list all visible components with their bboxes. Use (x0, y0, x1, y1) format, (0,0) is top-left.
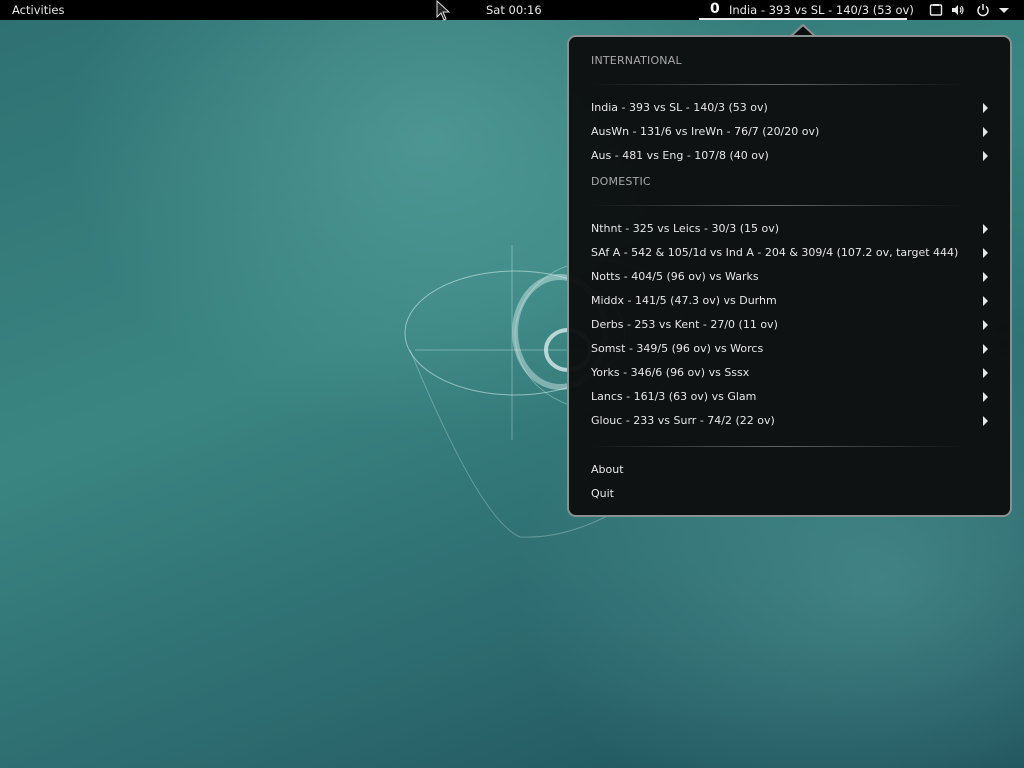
submenu-arrow-icon (983, 248, 988, 258)
submenu-arrow-icon (983, 224, 988, 234)
match-label: SAf A - 542 & 105/1d vs Ind A - 204 & 30… (591, 246, 959, 259)
match-label: Middx - 141/5 (47.3 ov) vs Durhm (591, 294, 777, 307)
cricket-score-indicator[interactable]: 0 India - 393 vs SL - 140/3 (53 ov) (699, 0, 914, 20)
match-label: Nthnt - 325 vs Leics - 30/3 (15 ov) (591, 222, 780, 235)
cricket-scores-menu: INTERNATIONAL India - 393 vs SL - 140/3 … (567, 35, 1012, 517)
match-label: Yorks - 346/6 (96 ov) vs Sssx (591, 366, 750, 379)
submenu-arrow-icon (983, 344, 988, 354)
match-label: India - 393 vs SL - 140/3 (53 ov) (591, 101, 768, 114)
submenu-arrow-icon (983, 272, 988, 282)
submenu-arrow-icon (983, 320, 988, 330)
cricket-zero-icon: 0 (710, 1, 720, 17)
clock[interactable]: Sat 00:16 (486, 3, 542, 17)
section-header-international: INTERNATIONAL (591, 54, 682, 67)
submenu-arrow-icon (983, 127, 988, 137)
match-item[interactable]: AusWn - 131/6 vs IreWn - 76/7 (20/20 ov) (591, 122, 991, 142)
separator (591, 205, 962, 206)
match-label: Somst - 349/5 (96 ov) vs Worcs (591, 342, 764, 355)
separator (591, 84, 962, 85)
quit-menu-item[interactable]: Quit (591, 484, 991, 504)
submenu-arrow-icon (983, 296, 988, 306)
match-item[interactable]: SAf A - 542 & 105/1d vs Ind A - 204 & 30… (591, 243, 991, 263)
separator (591, 446, 962, 447)
match-item[interactable]: Aus - 481 vs Eng - 107/8 (40 ov) (591, 146, 991, 166)
match-item[interactable]: Somst - 349/5 (96 ov) vs Worcs (591, 339, 991, 359)
quit-label: Quit (591, 487, 614, 500)
indicator-score-text: India - 393 vs SL - 140/3 (53 ov) (729, 3, 914, 17)
match-label: Aus - 481 vs Eng - 107/8 (40 ov) (591, 149, 769, 162)
power-icon[interactable] (976, 3, 990, 17)
match-item[interactable]: Glouc - 233 vs Surr - 74/2 (22 ov) (591, 411, 991, 431)
section-header-domestic: DOMESTIC (591, 175, 651, 188)
chevron-down-icon[interactable] (997, 3, 1011, 17)
match-label: Notts - 404/5 (96 ov) vs Warks (591, 270, 759, 283)
submenu-arrow-icon (983, 151, 988, 161)
about-label: About (591, 463, 624, 476)
match-item[interactable]: Yorks - 346/6 (96 ov) vs Sssx (591, 363, 991, 383)
volume-icon[interactable] (951, 3, 965, 17)
submenu-arrow-icon (983, 368, 988, 378)
screen-icon[interactable] (929, 3, 943, 17)
match-item[interactable]: Notts - 404/5 (96 ov) vs Warks (591, 267, 991, 287)
submenu-arrow-icon (983, 103, 988, 113)
match-label: Glouc - 233 vs Surr - 74/2 (22 ov) (591, 414, 775, 427)
submenu-arrow-icon (983, 416, 988, 426)
submenu-arrow-icon (983, 392, 988, 402)
mouse-cursor-icon (436, 0, 451, 21)
match-label: Lancs - 161/3 (63 ov) vs Glam (591, 390, 757, 403)
match-item[interactable]: Derbs - 253 vs Kent - 27/0 (11 ov) (591, 315, 991, 335)
activities-button[interactable]: Activities (12, 3, 64, 17)
match-label: AusWn - 131/6 vs IreWn - 76/7 (20/20 ov) (591, 125, 820, 138)
about-menu-item[interactable]: About (591, 460, 991, 480)
match-item[interactable]: Lancs - 161/3 (63 ov) vs Glam (591, 387, 991, 407)
match-item[interactable]: India - 393 vs SL - 140/3 (53 ov) (591, 98, 991, 118)
match-label: Derbs - 253 vs Kent - 27/0 (11 ov) (591, 318, 778, 331)
match-item[interactable]: Nthnt - 325 vs Leics - 30/3 (15 ov) (591, 219, 991, 239)
match-item[interactable]: Middx - 141/5 (47.3 ov) vs Durhm (591, 291, 991, 311)
top-panel: Activities Sat 00:16 0 India - 393 vs SL… (0, 0, 1024, 20)
